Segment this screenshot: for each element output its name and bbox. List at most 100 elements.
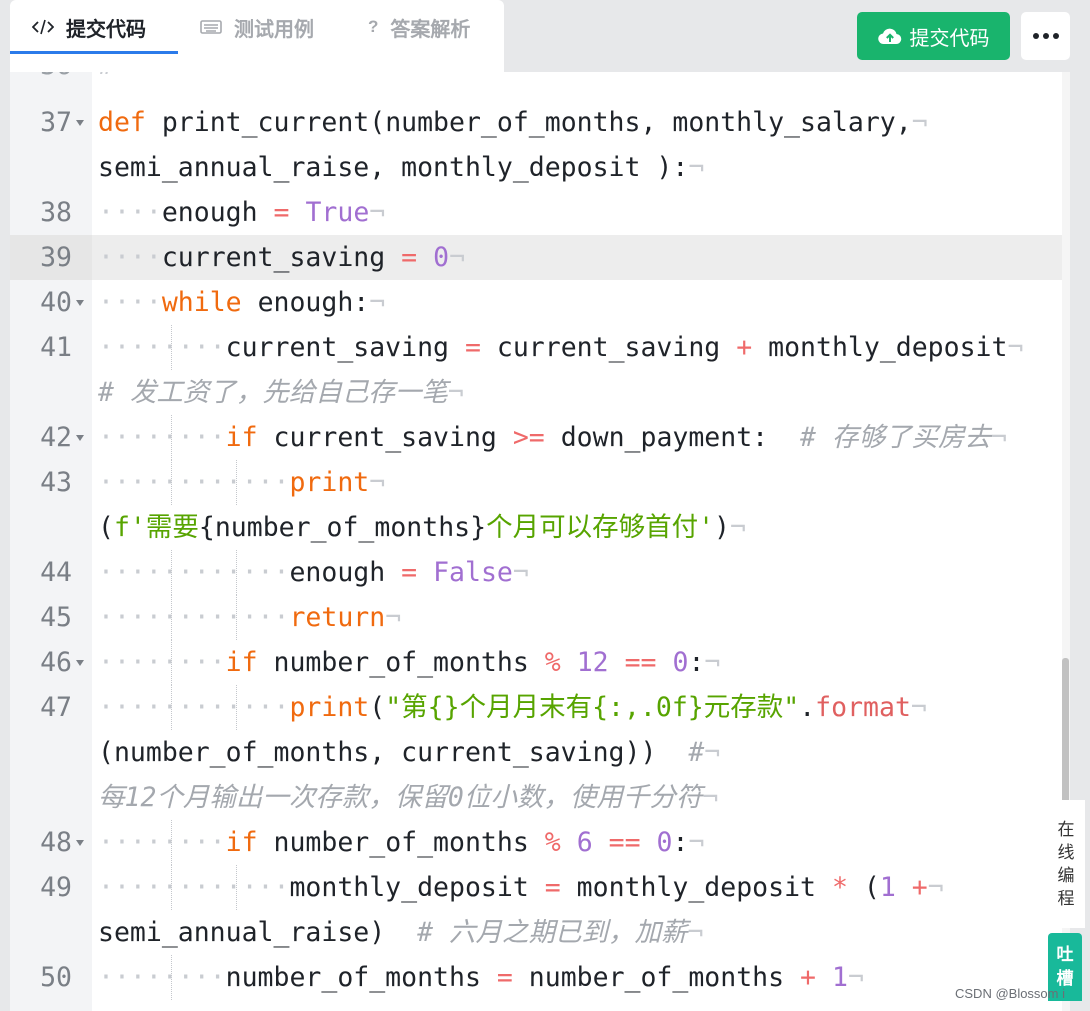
code-text: ········number_of_months = number_of_mon… xyxy=(98,962,864,993)
code-line: semi_annual_raise) # 六月之期已到，加薪¬ xyxy=(10,910,1068,955)
indent-guide xyxy=(171,955,172,1000)
line-end-marker: ¬ xyxy=(704,647,721,678)
code-text: ············print("第{}个月月末有{:,.0f}元存款".f… xyxy=(98,692,927,723)
line-end-marker: ¬ xyxy=(449,242,466,273)
line-number: 36 xyxy=(10,72,72,88)
code-line: 48 ········if number_of_months % 6 == 0:¬ xyxy=(10,820,1068,865)
indent-guide xyxy=(171,865,172,910)
submit-code-button[interactable]: 提交代码 xyxy=(857,12,1010,60)
indent-guide xyxy=(171,550,172,595)
line-number: 39 xyxy=(40,242,72,273)
code-text: ········current_saving = current_saving … xyxy=(98,332,1024,363)
indent-guide xyxy=(171,820,172,865)
line-number: 48 xyxy=(40,827,72,858)
line-end-marker: ¬ xyxy=(447,377,464,408)
code-text: ····while enough:¬ xyxy=(98,287,386,318)
submit-code-label: 提交代码 xyxy=(909,27,990,50)
line-end-marker: ¬ xyxy=(688,827,705,858)
fold-arrow-icon[interactable] xyxy=(76,300,84,306)
code-text: ········if current_saving >= down_paymen… xyxy=(98,422,1007,453)
indent-guide xyxy=(171,325,172,370)
line-number: 41 xyxy=(40,332,72,363)
feedback-char: 吐 xyxy=(1056,945,1074,964)
line-end-marker: ¬ xyxy=(911,107,928,138)
code-text: (f'需要{number_of_months}个月可以存够首付')¬ xyxy=(98,512,746,543)
code-line: 49 ············monthly_deposit = monthly_… xyxy=(10,865,1068,910)
code-area[interactable]: 36 # 37 def print_current(number_of_month… xyxy=(10,72,1068,1011)
keyboard-icon xyxy=(200,19,222,35)
code-text: ········if number_of_months % 12 == 0:¬ xyxy=(98,647,721,678)
line-number: 50 xyxy=(40,962,72,993)
indent-guide xyxy=(171,460,172,505)
tab-submit-code[interactable]: 提交代码 xyxy=(10,0,178,54)
line-number: 43 xyxy=(40,467,72,498)
line-number: 37 xyxy=(40,107,72,138)
code-line: 40 ····while enough:¬ xyxy=(10,280,1068,325)
indent-guide xyxy=(171,685,172,730)
code-line: semi_annual_raise, monthly_deposit ):¬ xyxy=(10,145,1068,190)
line-number: 47 xyxy=(40,692,72,723)
line-end-marker: ¬ xyxy=(1007,332,1024,363)
line-end-marker: ¬ xyxy=(687,917,704,948)
code-text: ············print¬ xyxy=(98,467,386,498)
line-number: 42 xyxy=(40,422,72,453)
line-end-marker: ¬ xyxy=(927,872,944,903)
online-edit-char: 线 xyxy=(1057,843,1075,862)
fold-arrow-icon[interactable] xyxy=(76,660,84,666)
fold-arrow-icon[interactable] xyxy=(76,435,84,441)
code-line: 42 ········if current_saving >= down_paym… xyxy=(10,415,1068,460)
code-line: (number_of_months, current_saving)) #¬ xyxy=(10,730,1068,775)
line-number: 45 xyxy=(40,602,72,633)
code-text: semi_annual_raise, monthly_deposit ):¬ xyxy=(98,152,705,183)
line-end-marker: ¬ xyxy=(990,422,1007,453)
tab-answer-analysis[interactable]: ? 答案解析 xyxy=(368,0,498,54)
line-end-marker: ¬ xyxy=(702,782,719,813)
indent-guide xyxy=(171,595,172,640)
code-line: 41 ········current_saving = current_savin… xyxy=(10,325,1068,370)
code-text: ············monthly_deposit = monthly_de… xyxy=(98,872,944,903)
more-icon xyxy=(1032,33,1039,39)
indent-guide xyxy=(236,865,237,910)
indent-guide xyxy=(236,460,237,505)
indent-guide xyxy=(171,640,172,685)
indent-guide xyxy=(236,685,237,730)
line-end-marker: ¬ xyxy=(910,692,927,723)
code-line: 43 ············print¬ xyxy=(10,460,1068,505)
fold-arrow-icon[interactable] xyxy=(76,840,84,846)
question-icon: ? xyxy=(368,17,379,36)
code-line: 39 ····current_saving = 0¬ xyxy=(10,235,1068,280)
online-edit-button[interactable]: 在 线 编 程 xyxy=(1047,800,1085,928)
code-text: (number_of_months, current_saving)) #¬ xyxy=(98,737,721,768)
code-text: ········if number_of_months % 6 == 0:¬ xyxy=(98,827,705,858)
code-text: 每12个月输出一次存款，保留0位小数，使用千分符¬ xyxy=(98,782,719,813)
code-line: (f'需要{number_of_months}个月可以存够首付')¬ xyxy=(10,505,1068,550)
line-end-marker: ¬ xyxy=(512,557,529,588)
code-text: ····enough = True¬ xyxy=(98,197,386,228)
line-number: 44 xyxy=(40,557,72,588)
line-end-marker: ¬ xyxy=(730,512,746,543)
fold-arrow-icon[interactable] xyxy=(76,120,84,126)
tab-label: 答案解析 xyxy=(390,18,471,41)
scrollbar-thumb[interactable] xyxy=(1062,658,1069,808)
code-line: 38 ····enough = True¬ xyxy=(10,190,1068,235)
code-text: # 发工资了，先给自己存一笔¬ xyxy=(98,377,464,408)
code-editor[interactable]: 36 # 37 def print_current(number_of_month… xyxy=(10,72,1068,1011)
code-line: 45 ············return¬ xyxy=(10,595,1068,640)
line-end-marker: ¬ xyxy=(369,467,386,498)
code-line: 37 def print_current(number_of_months, mo… xyxy=(10,100,1068,145)
code-text: ············return¬ xyxy=(98,602,402,633)
code-line: 47 ············print("第{}个月月末有{:,.0f}元存款"… xyxy=(10,685,1068,730)
more-button[interactable] xyxy=(1021,12,1070,60)
line-end-marker: ¬ xyxy=(369,287,386,318)
cloud-upload-icon xyxy=(877,28,901,45)
code-text: ····current_saving = 0¬ xyxy=(98,242,466,273)
app-root: 提交代码 测试用例 ? 答案解析 提交代码 36 # 37def pri xyxy=(0,0,1090,1011)
indent-guide xyxy=(171,415,172,460)
line-end-marker: ¬ xyxy=(688,152,705,183)
code-icon xyxy=(32,19,54,35)
line-number: 40 xyxy=(40,287,72,318)
line-end-marker: ¬ xyxy=(847,962,864,993)
watermark: CSDN @Blossom i xyxy=(955,986,1065,1001)
tab-test-cases[interactable]: 测试用例 xyxy=(200,0,340,54)
code-line: 44 ············enough = False¬ xyxy=(10,550,1068,595)
